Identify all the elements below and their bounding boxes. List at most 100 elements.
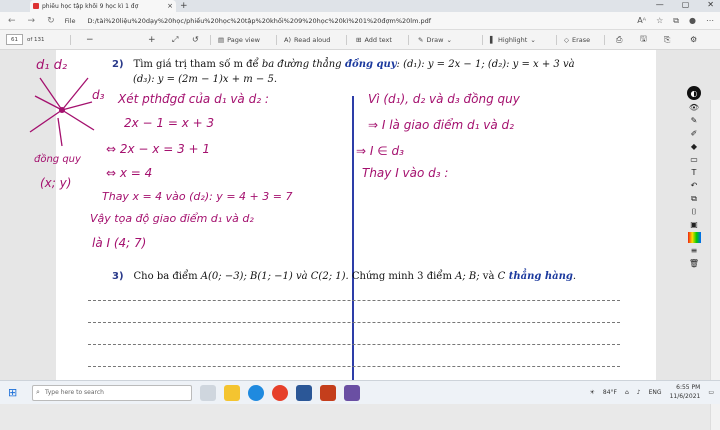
hw-left-line-2: 2x − 1 = x + 3 <box>124 116 215 130</box>
eraser-icon: ◇ <box>564 35 569 44</box>
hw-margin-xy: (x; y) <box>40 176 72 190</box>
eraser-icon[interactable]: ◆ <box>688 141 701 152</box>
minimize-button[interactable]: — <box>656 0 664 9</box>
read-aloud-icon: A) <box>284 35 291 44</box>
camera-icon[interactable]: ⌷ <box>688 206 701 217</box>
question-2-line-1: 2) Tìm giá trị tham số m để ba đường thẳn… <box>112 59 575 70</box>
print-icon[interactable]: ⎙ <box>616 35 622 45</box>
hw-left-line-4: ⇔ x = 4 <box>106 166 153 180</box>
favorite-icon[interactable]: ☆ <box>656 16 663 26</box>
notification-icon[interactable]: ▭ <box>708 389 714 396</box>
pen-icon[interactable]: ✎ <box>688 115 701 126</box>
question-3-number: 3) <box>112 271 124 282</box>
volume-icon[interactable]: ♪ <box>637 389 641 396</box>
undo-icon[interactable]: ↶ <box>688 180 701 191</box>
read-mode-icon[interactable]: Aᴬ <box>637 16 646 26</box>
text-icon[interactable]: T <box>688 167 701 178</box>
network-icon[interactable]: ⌂ <box>625 389 629 396</box>
edge-icon[interactable] <box>248 384 264 401</box>
question-2-line-2: (d₃): y = (2m − 1)x + m − 5. <box>133 74 278 85</box>
sketch-arrow <box>57 117 63 147</box>
page-view-label: Page view <box>227 35 260 44</box>
copy-icon[interactable]: ⧉ <box>688 193 701 204</box>
answer-line <box>88 344 620 345</box>
page-view-icon: ▤ <box>218 35 225 44</box>
new-tab-button[interactable]: + <box>180 1 188 11</box>
hw-margin-d1d2: d₁ d₂ <box>36 58 68 73</box>
hw-right-line-3: ⇒ I ∈ d₃ <box>356 144 404 158</box>
browser-tab[interactable]: phiếu học tập khối 9 học kì 1 đợ × <box>30 0 176 12</box>
pdf-page: 2) Tìm giá trị tham số m để ba đường thẳn… <box>29 50 656 380</box>
browser-tab-bar: phiếu học tập khối 9 học kì 1 đợ × + — ▢… <box>0 0 720 12</box>
taskbar-search[interactable]: ⌕ Type here to search <box>32 384 192 401</box>
task-view-icon[interactable] <box>200 384 216 401</box>
add-text-button[interactable]: ⊞ Add text <box>356 36 392 44</box>
hw-left-line-7: là I (4; 7) <box>92 236 147 250</box>
app-logo-icon[interactable]: ◐ <box>687 86 701 100</box>
draw-button[interactable]: ✎ Draw ⌄ <box>418 36 452 44</box>
highlight-button[interactable]: ▌ Highlight ⌄ <box>490 36 536 44</box>
language-indicator[interactable]: ENG <box>649 389 662 396</box>
search-icon: ⌕ <box>36 388 40 396</box>
clock[interactable]: 6:55 PM 11/6/2021 <box>670 383 701 401</box>
menu-icon[interactable]: ⋯ <box>706 16 714 26</box>
back-icon[interactable]: ← <box>8 16 16 26</box>
fit-page-icon[interactable]: ⤢ <box>172 35 178 45</box>
close-window-button[interactable]: ✕ <box>707 0 714 9</box>
search-placeholder: Type here to search <box>45 389 104 396</box>
question-3-text-2: Chứng minh 3 điểm <box>348 271 456 282</box>
rotate-icon[interactable]: ↺ <box>192 35 199 44</box>
pdf-toolbar: 61 of 131 − + ⤢ ↺ ▤ Page view A) Read alou… <box>0 30 720 50</box>
menu-icon[interactable]: ≡ <box>688 245 701 256</box>
sketch-line-4 <box>29 109 63 133</box>
screenshot-icon[interactable]: ▣ <box>688 219 701 230</box>
question-3-ab: A; B; <box>455 271 480 282</box>
shape-icon[interactable]: ▭ <box>688 154 701 165</box>
file-explorer-icon[interactable] <box>224 384 240 401</box>
question-2-equations: : (d₁): y = 2x − 1; (d₂): y = x + 3 và <box>396 59 575 70</box>
refresh-icon[interactable]: ↻ <box>47 16 55 26</box>
erase-button[interactable]: ◇ Erase <box>564 36 590 44</box>
hw-right-line-4: Thay I vào d₃ : <box>362 166 449 180</box>
url-field[interactable]: D:/tài%20liệu%20dạy%20học/phiếu%20học%20… <box>88 17 432 25</box>
question-2-number: 2) <box>112 59 124 70</box>
collections-icon[interactable]: ⧉ <box>673 16 679 26</box>
color-picker-icon[interactable] <box>687 232 701 243</box>
question-2-italic: ba đường thẳng <box>261 59 342 70</box>
zoom-in-button[interactable]: + <box>148 35 156 45</box>
address-bar: ← → ↻ File D:/tài%20liệu%20dạy%20học/phi… <box>0 12 720 30</box>
read-aloud-button[interactable]: A) Read aloud <box>284 36 330 44</box>
weather-icon: ☀ <box>589 388 595 396</box>
profile-icon[interactable]: ● <box>689 16 696 26</box>
sketch-line-1 <box>39 77 63 111</box>
answer-line <box>88 322 620 323</box>
chrome-icon[interactable] <box>272 384 288 401</box>
zoom-out-button[interactable]: − <box>86 35 94 45</box>
question-3-points: A(0; −3); B(1; −1) và C(2; 1). <box>200 271 349 282</box>
read-aloud-label: Read aloud <box>293 35 331 44</box>
erase-label: Erase <box>572 35 591 44</box>
forward-icon[interactable]: → <box>28 16 36 26</box>
save-icon[interactable]: 🖫 <box>640 33 647 47</box>
powerpoint-icon[interactable] <box>320 384 336 401</box>
page-view-button[interactable]: ▤ Page view <box>218 36 260 44</box>
pen-fill-icon[interactable]: ✐ <box>688 128 701 139</box>
draw-icon: ✎ <box>418 35 424 44</box>
answer-line <box>88 366 620 367</box>
delete-icon[interactable]: 🗑 <box>688 258 701 269</box>
hw-margin-dongquy: đồng quy <box>34 154 81 165</box>
maximize-button[interactable]: ▢ <box>682 0 690 9</box>
highlight-icon: ▌ <box>490 35 495 44</box>
close-tab-icon[interactable]: × <box>167 2 173 10</box>
word-icon[interactable] <box>296 384 312 401</box>
save-as-icon[interactable]: ⎘ <box>664 35 670 45</box>
page-number-input[interactable]: 61 <box>6 34 23 45</box>
chevron-down-icon[interactable]: ⌄ <box>530 36 535 44</box>
app-icon[interactable] <box>344 384 360 401</box>
question-3-bold: thẳng hàng <box>505 271 573 282</box>
chevron-down-icon[interactable]: ⌄ <box>446 36 451 44</box>
settings-icon[interactable]: ⚙ <box>690 35 697 44</box>
start-icon[interactable]: ⊞ <box>8 386 17 399</box>
eye-icon[interactable]: 👁 <box>688 102 701 113</box>
hw-left-line-5: Thay x = 4 vào (d₂): y = 4 + 3 = 7 <box>102 190 293 203</box>
